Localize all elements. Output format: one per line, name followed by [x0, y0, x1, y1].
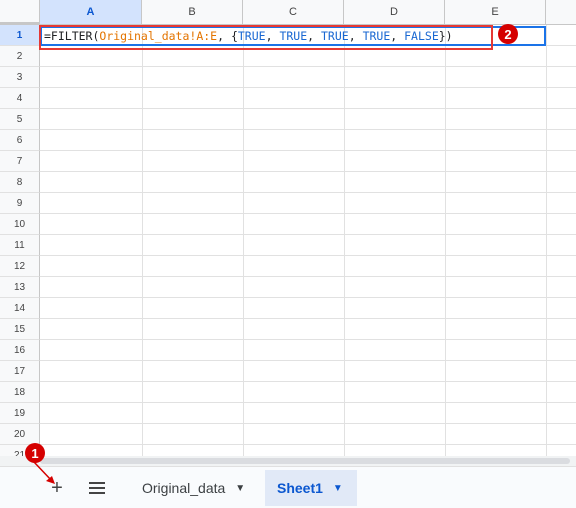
row-header-14[interactable]: 14 — [0, 298, 40, 319]
menu-icon — [89, 482, 105, 494]
column-header-e[interactable]: E — [445, 0, 546, 25]
scrollbar-thumb[interactable] — [40, 458, 570, 464]
tab-label: Original_data — [142, 480, 226, 496]
plus-icon: + — [51, 476, 63, 499]
row-header-15[interactable]: 15 — [0, 319, 40, 340]
row-header-13[interactable]: 13 — [0, 277, 40, 298]
grid-line — [40, 318, 576, 319]
row-header-3[interactable]: 3 — [0, 67, 40, 88]
grid-line — [40, 150, 576, 151]
row-header-11[interactable]: 11 — [0, 235, 40, 256]
grid-line — [40, 297, 576, 298]
spreadsheet-grid[interactable]: A B C D E 1 2 3 4 5 6 7 8 9 10 11 12 13 14 15 16 17 18 19 2… — [0, 0, 576, 460]
row-header-5[interactable]: 5 — [0, 109, 40, 130]
row-header-1[interactable]: 1 — [0, 25, 40, 46]
grid-line — [40, 66, 576, 67]
grid-line — [40, 444, 576, 445]
grid-line — [40, 381, 576, 382]
grid-line — [40, 402, 576, 403]
row-header-18[interactable]: 18 — [0, 382, 40, 403]
select-all-corner[interactable] — [0, 0, 40, 25]
grid-line — [40, 255, 576, 256]
formula-highlight-box — [39, 25, 493, 50]
row-header-12[interactable]: 12 — [0, 256, 40, 277]
row-header-17[interactable]: 17 — [0, 361, 40, 382]
all-sheets-button[interactable] — [85, 474, 109, 502]
grid-line — [40, 171, 576, 172]
row-header-10[interactable]: 10 — [0, 214, 40, 235]
grid-line — [40, 276, 576, 277]
grid-line — [40, 213, 576, 214]
column-header-d[interactable]: D — [344, 0, 445, 25]
column-header-a[interactable]: A — [40, 0, 142, 25]
row-header-6[interactable]: 6 — [0, 130, 40, 151]
row-header-16[interactable]: 16 — [0, 340, 40, 361]
tab-original-data[interactable]: Original_data ▼ — [130, 470, 266, 506]
grid-line — [344, 25, 345, 460]
grid-line — [40, 87, 576, 88]
grid-line — [243, 25, 244, 460]
caret-down-icon[interactable]: ▼ — [333, 483, 343, 494]
grid-line — [40, 339, 576, 340]
grid-line — [40, 234, 576, 235]
column-header-f[interactable] — [546, 0, 576, 25]
row-header-19[interactable]: 19 — [0, 403, 40, 424]
row-header-9[interactable]: 9 — [0, 193, 40, 214]
column-header-b[interactable]: B — [142, 0, 243, 25]
row-header-7[interactable]: 7 — [0, 151, 40, 172]
row-header-2[interactable]: 2 — [0, 46, 40, 67]
grid-line — [40, 129, 576, 130]
grid-line — [40, 360, 576, 361]
grid-line — [546, 25, 547, 460]
grid-line — [40, 108, 576, 109]
row-header-4[interactable]: 4 — [0, 88, 40, 109]
grid-line — [142, 25, 143, 460]
tab-label: Sheet1 — [277, 480, 323, 496]
tab-sheet1[interactable]: Sheet1 ▼ — [265, 470, 357, 506]
grid-line — [40, 192, 576, 193]
caret-down-icon[interactable]: ▼ — [235, 483, 245, 494]
grid-line — [40, 423, 576, 424]
row-header-8[interactable]: 8 — [0, 172, 40, 193]
annotation-badge-2: 2 — [498, 24, 518, 44]
column-header-c[interactable]: C — [243, 0, 344, 25]
row-header-20[interactable]: 20 — [0, 424, 40, 445]
add-sheet-button[interactable]: + — [45, 474, 69, 502]
grid-line — [445, 25, 446, 460]
